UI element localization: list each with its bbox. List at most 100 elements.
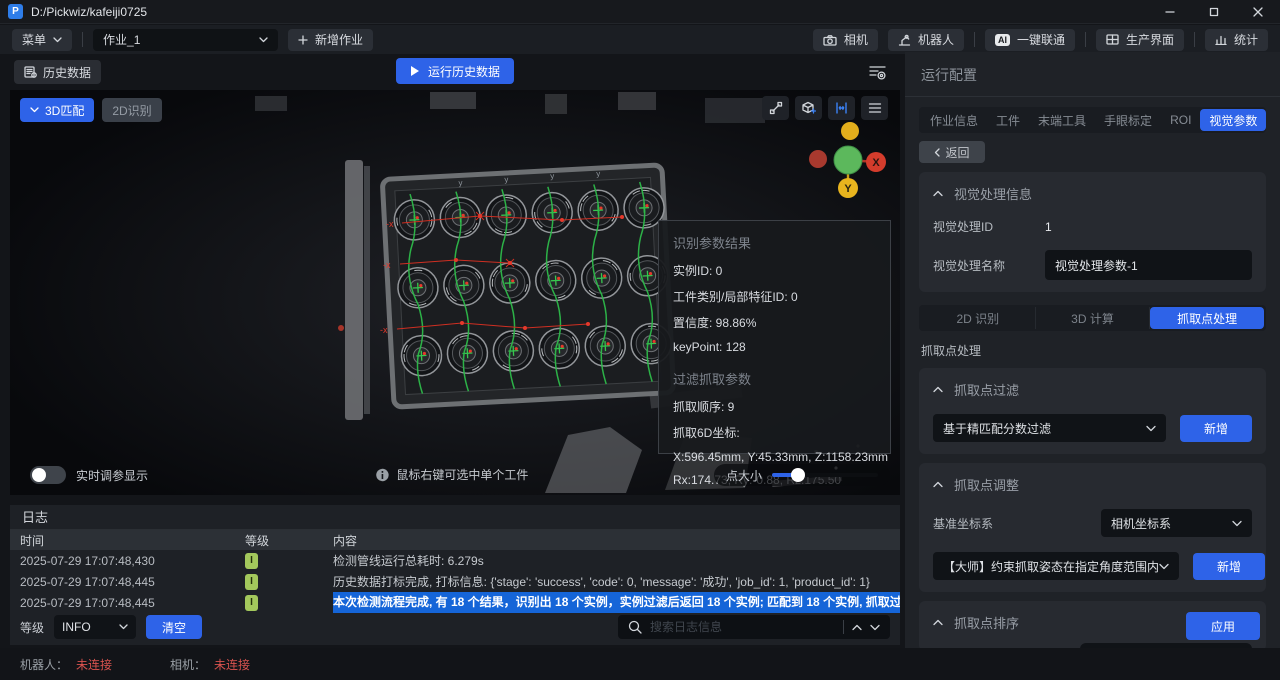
- info-icon: [375, 468, 389, 482]
- gizmo-y-label: Y: [844, 183, 852, 195]
- log-row-selected[interactable]: 2025-07-29 17:07:48,445 I 本次检测流程完成, 有 18…: [10, 592, 900, 613]
- vision-name-input[interactable]: 视觉处理参数-1: [1045, 250, 1252, 280]
- add-filter-button[interactable]: 新增: [1180, 415, 1252, 442]
- production-ui-button[interactable]: 生产界面: [1096, 29, 1184, 51]
- grasp-filter-title: 过滤抓取参数: [673, 369, 876, 388]
- apply-button[interactable]: 应用: [1186, 612, 1260, 640]
- chevron-up-icon: [933, 386, 943, 393]
- chevron-down-icon: [259, 37, 268, 43]
- maximize-button[interactable]: [1192, 0, 1236, 23]
- window-title: D:/Pickwiz/kafeiji0725: [31, 5, 147, 19]
- fit-view-button[interactable]: [828, 96, 855, 120]
- camera-button[interactable]: 相机: [813, 29, 878, 51]
- chevron-down-icon: [30, 107, 39, 113]
- robot-label: 机器人: [918, 31, 954, 48]
- base-frame-select[interactable]: 相机坐标系: [1101, 509, 1252, 537]
- camera-status-value: 未连接: [214, 656, 250, 673]
- close-button[interactable]: [1236, 0, 1280, 23]
- run-history-button[interactable]: 运行历史数据: [396, 58, 514, 84]
- grasp-filter-header[interactable]: 抓取点过滤: [933, 380, 1252, 399]
- job-select[interactable]: 作业_1: [93, 29, 278, 51]
- add-job-button[interactable]: 新增作业: [288, 29, 373, 51]
- grasp-adjust-select-value: 【大师】约束抓取姿态在指定角度范围内: [943, 558, 1159, 575]
- production-ui-label: 生产界面: [1126, 31, 1174, 48]
- scene-y-label: y: [596, 169, 600, 178]
- log-level-filter-label: 等级: [20, 619, 44, 636]
- chevron-up-icon: [933, 190, 943, 197]
- log-row[interactable]: 2025-07-29 17:07:48,430 I 检测管线运行总耗时: 6.2…: [10, 550, 900, 571]
- app-window: P D:/Pickwiz/kafeiji0725 菜单 作业_1 新增作业: [0, 0, 1280, 680]
- grasp-order: 抓取顺序: 9: [673, 398, 876, 415]
- run-config-title: 运行配置: [905, 52, 1280, 97]
- grasp-adjust-header[interactable]: 抓取点调整: [933, 475, 1252, 494]
- gizmo-neg-y-handle[interactable]: [841, 122, 859, 140]
- vision-info-header[interactable]: 视觉处理信息: [933, 184, 1252, 203]
- slider-knob[interactable]: [791, 468, 805, 482]
- camera-label: 相机: [844, 31, 868, 48]
- back-button[interactable]: 返回: [919, 141, 985, 163]
- chevron-up-icon: [933, 481, 943, 488]
- point-size-label: 点大小: [726, 467, 762, 484]
- stage-tab-grasp[interactable]: 抓取点处理: [1150, 307, 1264, 329]
- grasp-filter-card: 抓取点过滤 基于精匹配分数过滤 新增: [919, 368, 1266, 454]
- tab-2d-recognition[interactable]: 2D识别: [102, 98, 161, 122]
- menubar-right: 相机 机器人 AI 一键联通 生产界面 统计: [813, 29, 1268, 51]
- realtime-toggle[interactable]: [30, 466, 66, 484]
- recognition-result-title: 识别参数结果: [673, 233, 876, 252]
- tab-hand-eye-calib[interactable]: 手眼标定: [1095, 109, 1161, 131]
- log-row[interactable]: 2025-07-29 17:07:48,445 I 历史数据打标完成, 打标信息…: [10, 571, 900, 592]
- minimize-button[interactable]: [1148, 0, 1192, 23]
- chevron-down-icon: [53, 37, 62, 43]
- tab-end-tool[interactable]: 末端工具: [1029, 109, 1095, 131]
- stage-tab-2d[interactable]: 2D 识别: [921, 307, 1036, 329]
- tab-workpiece[interactable]: 工件: [987, 109, 1029, 131]
- statistics-button[interactable]: 统计: [1205, 29, 1268, 51]
- base-frame-value: 相机坐标系: [1111, 515, 1171, 532]
- robot-button[interactable]: 机器人: [888, 29, 964, 51]
- stage-tab-3d[interactable]: 3D 计算: [1036, 307, 1151, 329]
- gizmo-z-handle[interactable]: [834, 146, 862, 174]
- add-filter-label: 新增: [1204, 420, 1228, 437]
- grasp-filter-title: 抓取点过滤: [954, 380, 1019, 399]
- hamburger-menu-icon: [868, 102, 882, 114]
- search-next-icon[interactable]: [870, 624, 880, 631]
- display-settings-button[interactable]: [864, 60, 892, 84]
- log-header-row: 时间 等级 内容: [10, 530, 900, 550]
- stage-tabs: 2D 识别 3D 计算 抓取点处理: [919, 305, 1266, 331]
- grasp-filter-select[interactable]: 基于精匹配分数过滤: [933, 414, 1166, 442]
- cube-add-icon: [801, 101, 816, 115]
- 3d-viewport[interactable]: y y y y -x -x -x: [10, 90, 900, 495]
- run-config-panel: 运行配置 作业信息 工件 末端工具 手眼标定 ROI 视觉参数 返回 视觉处理信…: [905, 52, 1280, 648]
- axis-gizmo[interactable]: X Y: [806, 120, 890, 204]
- search-prev-icon[interactable]: [852, 624, 862, 631]
- grasp-adjust-select[interactable]: 【大师】约束抓取姿态在指定角度范围内: [933, 552, 1179, 580]
- add-model-button[interactable]: [795, 96, 822, 120]
- menu-label: 菜单: [22, 31, 46, 48]
- layers-menu-button[interactable]: [861, 96, 888, 120]
- history-data-button[interactable]: 历史数据: [14, 60, 101, 84]
- menu-button[interactable]: 菜单: [12, 29, 72, 51]
- vision-info-title: 视觉处理信息: [954, 184, 1032, 203]
- scene-x-label: -x: [386, 219, 394, 229]
- measure-button[interactable]: [762, 96, 789, 120]
- log-panel: 日志 时间 等级 内容 2025-07-29 17:07:48,430 I 检测…: [10, 505, 900, 645]
- tab-roi[interactable]: ROI: [1161, 109, 1200, 131]
- add-adjust-button[interactable]: 新增: [1193, 553, 1265, 580]
- tab-job-info[interactable]: 作业信息: [921, 109, 987, 131]
- scene-x-label: -x: [383, 260, 391, 270]
- ai-link-button[interactable]: AI 一键联通: [985, 29, 1075, 51]
- point-size-slider[interactable]: [772, 473, 878, 477]
- gizmo-x-label: X: [872, 157, 880, 169]
- log-level-select[interactable]: INFO: [54, 615, 136, 639]
- log-level-badge: I: [245, 595, 258, 611]
- job-select-value: 作业_1: [103, 31, 140, 48]
- tab-vision-params[interactable]: 视觉参数: [1200, 109, 1266, 131]
- gizmo-neg-x-handle[interactable]: [809, 150, 827, 168]
- clear-log-button[interactable]: 清空: [146, 615, 202, 639]
- tab-3d-match[interactable]: 3D匹配: [20, 98, 94, 122]
- log-search-input[interactable]: [650, 620, 835, 634]
- history-data-icon: [24, 66, 37, 78]
- measure-icon: [769, 101, 783, 115]
- ai-badge-icon: AI: [995, 34, 1010, 46]
- grasp-adjust-title: 抓取点调整: [954, 475, 1019, 494]
